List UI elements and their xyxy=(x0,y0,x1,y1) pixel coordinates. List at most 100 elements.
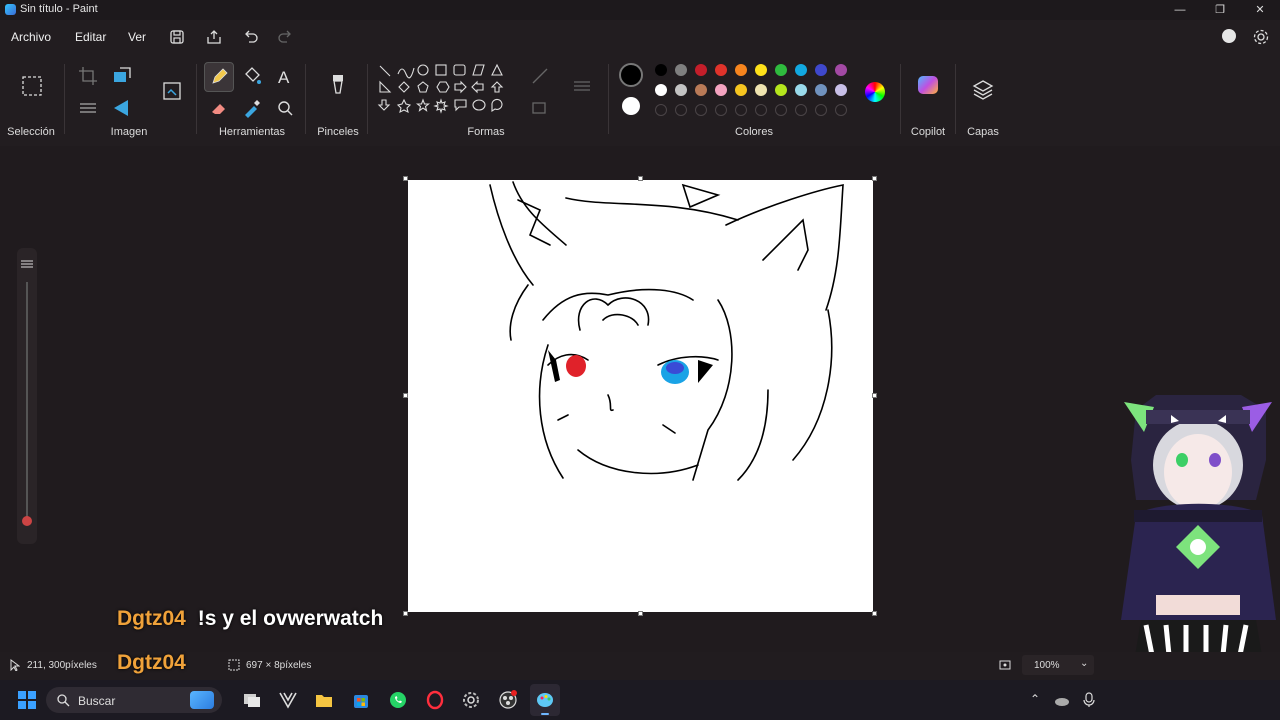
color-swatch[interactable] xyxy=(775,64,787,76)
shape-outline-icon[interactable] xyxy=(528,64,552,88)
group-label-colores: Colores xyxy=(735,126,773,138)
settings-gear-icon[interactable] xyxy=(1252,28,1270,46)
color-swatch[interactable] xyxy=(835,84,847,96)
undo-icon[interactable] xyxy=(242,28,260,46)
resize-handle[interactable] xyxy=(872,611,877,616)
resize-handle[interactable] xyxy=(638,176,643,181)
onedrive-icon[interactable] xyxy=(1054,692,1070,708)
color-swatch[interactable] xyxy=(675,64,687,76)
color-swatch[interactable] xyxy=(775,84,787,96)
microsoft-store-icon[interactable] xyxy=(351,690,371,710)
resize-handle[interactable] xyxy=(638,611,643,616)
magnifier-icon[interactable] xyxy=(273,96,297,120)
image-select-icon[interactable] xyxy=(160,79,184,103)
account-icon[interactable] xyxy=(1222,29,1236,43)
color-swatch[interactable] xyxy=(655,84,667,96)
custom-color-slot[interactable] xyxy=(735,104,747,116)
save-icon[interactable] xyxy=(168,28,186,46)
resize-icon[interactable] xyxy=(110,64,134,88)
shapes-gallery[interactable] xyxy=(376,62,516,124)
custom-color-slot[interactable] xyxy=(675,104,687,116)
opera-gx-icon[interactable] xyxy=(425,690,445,710)
custom-color-slot[interactable] xyxy=(755,104,767,116)
drawing-canvas[interactable] xyxy=(408,180,873,612)
secondary-color-swatch[interactable] xyxy=(622,97,640,115)
redo-icon[interactable] xyxy=(276,28,294,46)
color-swatch[interactable] xyxy=(695,64,707,76)
shape-fill-icon[interactable] xyxy=(528,96,552,120)
text-icon[interactable]: A xyxy=(273,64,297,88)
menu-editar[interactable]: Editar xyxy=(75,30,106,44)
shape-size-icon[interactable] xyxy=(570,74,594,98)
custom-color-slot[interactable] xyxy=(695,104,707,116)
whatsapp-icon[interactable] xyxy=(388,690,408,710)
color-swatch[interactable] xyxy=(755,64,767,76)
brush-size-icon xyxy=(21,260,33,268)
custom-color-slot[interactable] xyxy=(655,104,667,116)
share-icon[interactable] xyxy=(205,28,223,46)
svg-text:A: A xyxy=(278,68,290,87)
search-highlight-icon xyxy=(190,691,214,709)
eraser-icon[interactable] xyxy=(207,96,231,120)
color-swatch[interactable] xyxy=(815,84,827,96)
file-explorer-icon[interactable] xyxy=(314,690,334,710)
color-swatch[interactable] xyxy=(675,84,687,96)
microphone-icon[interactable] xyxy=(1082,692,1096,708)
resize-handle[interactable] xyxy=(403,393,408,398)
windows-start-icon[interactable] xyxy=(17,690,37,710)
color-swatch[interactable] xyxy=(735,64,747,76)
edit-colors-wheel-icon[interactable] xyxy=(865,82,885,102)
fit-to-window-icon[interactable] xyxy=(998,658,1012,672)
selection-icon[interactable] xyxy=(20,74,44,98)
custom-color-slot[interactable] xyxy=(815,104,827,116)
pencil-tool-button[interactable] xyxy=(204,62,234,92)
menu-archivo[interactable]: Archivo xyxy=(11,30,51,44)
custom-color-slot[interactable] xyxy=(795,104,807,116)
task-view-icon[interactable] xyxy=(242,690,262,710)
crop-icon[interactable] xyxy=(76,64,100,88)
brush-size-slider[interactable] xyxy=(17,248,37,544)
taskbar-search[interactable]: Buscar xyxy=(46,687,222,713)
color-swatch[interactable] xyxy=(715,84,727,96)
brush-icon[interactable] xyxy=(326,72,350,96)
vivaldi-browser-icon[interactable] xyxy=(278,690,298,710)
color-swatch[interactable] xyxy=(815,64,827,76)
minimize-button[interactable]: — xyxy=(1160,0,1200,20)
active-indicator xyxy=(541,713,549,715)
flip-icon[interactable] xyxy=(76,96,100,120)
restore-button[interactable]: ❐ xyxy=(1200,0,1240,20)
resize-handle[interactable] xyxy=(403,176,408,181)
ribbon-separator xyxy=(196,64,197,134)
color-swatch[interactable] xyxy=(835,64,847,76)
resize-handle[interactable] xyxy=(872,393,877,398)
close-button[interactable]: ✕ xyxy=(1240,0,1280,20)
resize-handle[interactable] xyxy=(872,176,877,181)
avatar-illustration xyxy=(1121,395,1276,680)
fill-bucket-icon[interactable] xyxy=(240,64,264,88)
shapes-grid-icon xyxy=(377,63,504,114)
color-swatch[interactable] xyxy=(695,84,707,96)
color-swatch[interactable] xyxy=(795,64,807,76)
color-picker-icon[interactable] xyxy=(240,96,264,120)
rotate-icon[interactable] xyxy=(110,96,134,120)
obs-studio-icon[interactable] xyxy=(498,690,518,710)
custom-color-slot[interactable] xyxy=(715,104,727,116)
primary-color-swatch[interactable] xyxy=(619,63,643,87)
settings-icon[interactable] xyxy=(461,690,481,710)
resize-handle[interactable] xyxy=(403,611,408,616)
custom-color-slot[interactable] xyxy=(775,104,787,116)
tray-chevron-up-icon[interactable]: ⌃ xyxy=(1030,692,1040,706)
color-swatch[interactable] xyxy=(795,84,807,96)
copilot-icon[interactable] xyxy=(918,76,938,94)
menu-ver[interactable]: Ver xyxy=(128,30,146,44)
color-swatch[interactable] xyxy=(755,84,767,96)
zoom-select[interactable]: 100% ⌄ xyxy=(1022,655,1094,675)
paint-taskbar-button[interactable] xyxy=(530,684,560,716)
color-swatch[interactable] xyxy=(655,64,667,76)
slider-knob[interactable] xyxy=(22,516,32,526)
layers-icon[interactable] xyxy=(971,78,995,102)
ribbon-separator xyxy=(305,64,306,134)
color-swatch[interactable] xyxy=(715,64,727,76)
color-swatch[interactable] xyxy=(735,84,747,96)
custom-color-slot[interactable] xyxy=(835,104,847,116)
